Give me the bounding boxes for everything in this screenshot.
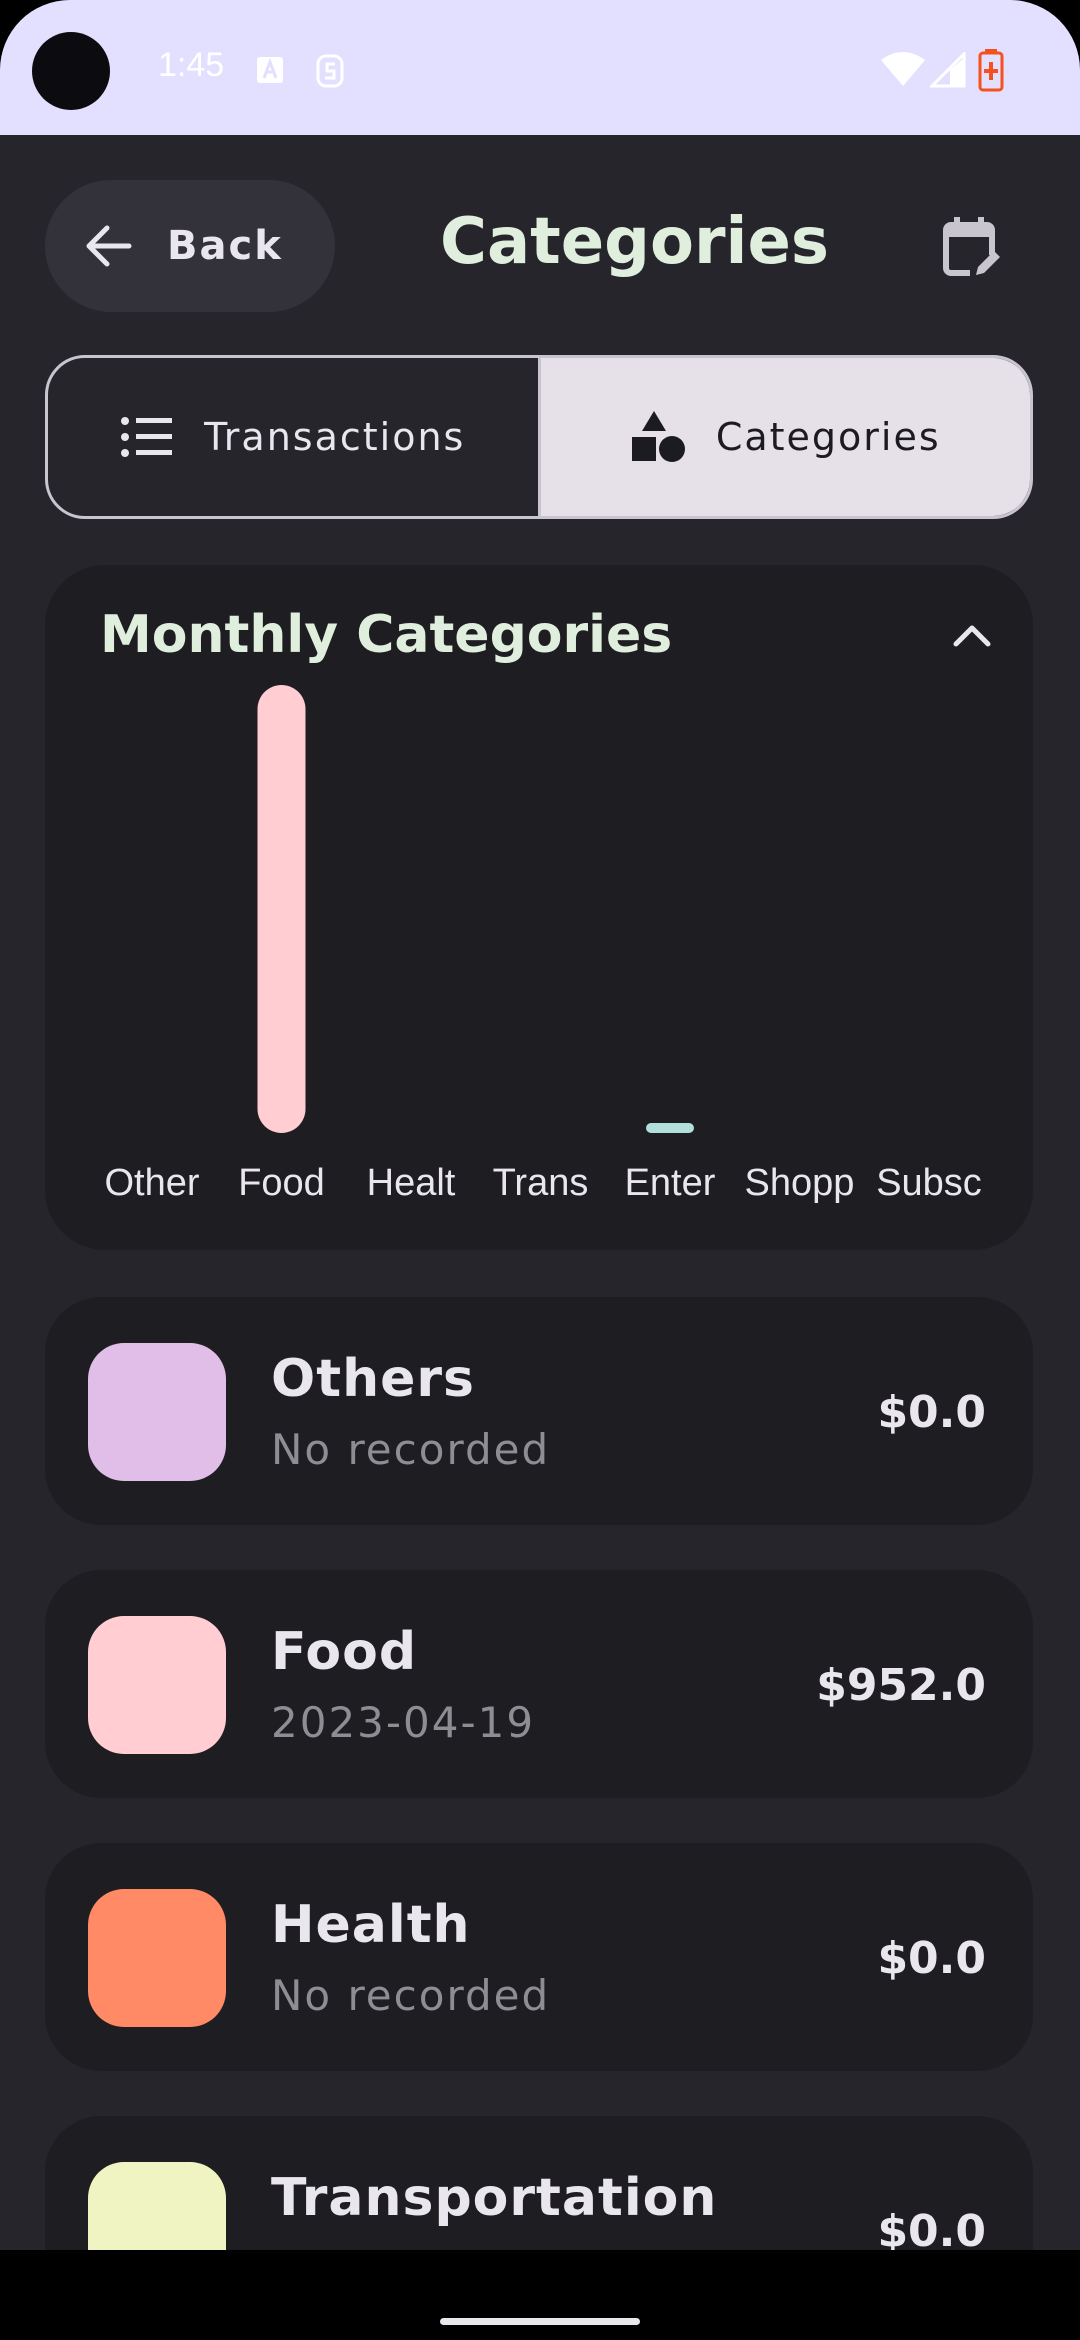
page-title: Categories xyxy=(440,205,829,279)
chart-tick-label: Other xyxy=(104,1162,199,1204)
battery-charging-icon xyxy=(978,49,1004,92)
category-color-swatch xyxy=(88,2162,226,2250)
category-card-food[interactable]: Food 2023-04-19 $952.0 xyxy=(45,1570,1033,1798)
camera-cutout xyxy=(32,32,110,110)
chart-tick-label: Healt xyxy=(367,1162,456,1204)
chart-bar-enter xyxy=(646,1123,694,1133)
category-name: Others xyxy=(271,1349,475,1409)
chart-tick-label: Enter xyxy=(625,1162,716,1204)
category-name: Health xyxy=(271,1895,471,1955)
wifi-icon xyxy=(881,52,925,86)
calendar-edit-button[interactable] xyxy=(940,215,1004,283)
category-amount: $952.0 xyxy=(816,1660,986,1711)
category-color-swatch xyxy=(88,1889,226,2027)
category-card-health[interactable]: Health No recorded $0.0 xyxy=(45,1843,1033,2071)
category-last-recorded: No recorded xyxy=(271,1425,551,1474)
category-last-recorded: 2023-04-19 xyxy=(271,1698,536,1747)
navigation-bar xyxy=(0,2250,1080,2340)
list-icon xyxy=(121,417,173,457)
chart-tick-label: Subsc xyxy=(876,1162,982,1204)
category-amount: $0.0 xyxy=(877,2206,986,2250)
category-card-others[interactable]: Others No recorded $0.0 xyxy=(45,1297,1033,1525)
notification-s-icon xyxy=(316,54,344,88)
signal-icon xyxy=(930,52,966,88)
category-color-swatch xyxy=(88,1616,226,1754)
category-amount: $0.0 xyxy=(877,1387,986,1438)
monthly-categories-card: Monthly Categories Other Food Healt Trans En… xyxy=(45,565,1033,1250)
status-bar: 1:45 xyxy=(0,0,1080,135)
chart-bar-food xyxy=(257,685,306,1133)
home-indicator[interactable] xyxy=(440,2318,640,2325)
tab-transactions[interactable]: Transactions xyxy=(48,358,541,516)
tab-categories-label: Categories xyxy=(715,415,941,459)
monthly-categories-chart: Other Food Healt Trans Enter Shopp Subsc xyxy=(104,685,982,1204)
category-name: Transportation xyxy=(271,2168,718,2228)
tab-transactions-label: Transactions xyxy=(204,415,466,459)
chart-tick-label: Food xyxy=(238,1162,325,1204)
category-last-recorded: No recorded xyxy=(271,1971,551,2020)
category-amount: $0.0 xyxy=(877,1933,986,1984)
category-card-transportation[interactable]: Transportation $0.0 xyxy=(45,2116,1033,2250)
category-color-swatch xyxy=(88,1343,226,1481)
arrow-left-icon xyxy=(86,225,132,267)
shapes-icon xyxy=(631,411,685,462)
notification-a-icon xyxy=(257,57,283,83)
screen: 1:45 Back Categories Transactions Catego… xyxy=(0,0,1080,2340)
category-name: Food xyxy=(271,1622,418,1682)
status-time: 1:45 xyxy=(158,46,225,84)
chart-tick-label: Shopp xyxy=(745,1162,855,1204)
view-toggle: Transactions Categories xyxy=(45,355,1033,519)
chart-tick-label: Trans xyxy=(493,1162,589,1204)
calendar-edit-icon xyxy=(943,217,1004,279)
back-button[interactable]: Back xyxy=(45,180,335,312)
back-label: Back xyxy=(167,223,283,269)
tab-categories[interactable]: Categories xyxy=(540,358,1030,516)
